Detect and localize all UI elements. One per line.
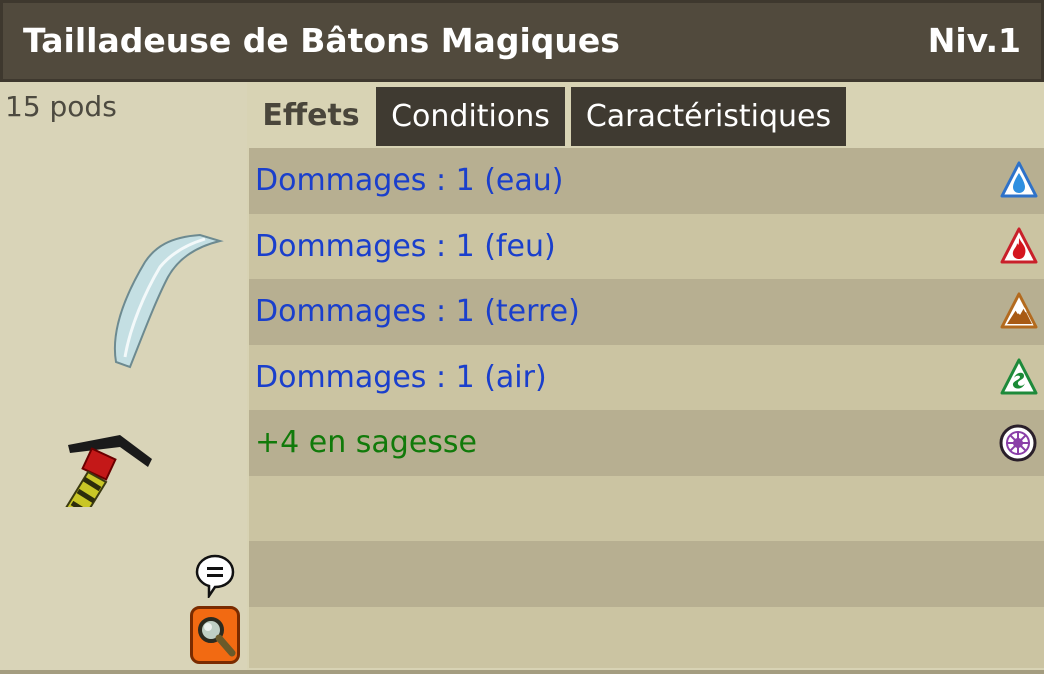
fire-element-icon [1000, 227, 1038, 263]
item-preview-panel: 15 pods [0, 82, 247, 674]
effect-text: Dommages : 1 (feu) [255, 228, 556, 264]
effect-text: Dommages : 1 (air) [255, 359, 547, 395]
effect-text: Dommages : 1 (eau) [255, 163, 564, 199]
wisdom-icon [999, 424, 1037, 462]
effect-row-fire: Dommages : 1 (feu) [249, 213, 1044, 279]
effect-row-earth: Dommages : 1 (terre) [249, 279, 1044, 345]
effect-row-air: Dommages : 1 (air) [249, 344, 1044, 410]
item-header: Tailladeuse de Bâtons Magiques Niv.1 [0, 0, 1044, 82]
dagger-image [65, 233, 224, 507]
effect-text: +4 en sagesse [255, 425, 477, 461]
tab-conditions[interactable]: Conditions [376, 84, 565, 146]
item-title: Tailladeuse de Bâtons Magiques [23, 21, 620, 60]
effect-text: Dommages : 1 (terre) [255, 294, 580, 330]
item-weight: 15 pods [5, 90, 117, 123]
effects-list: Dommages : 1 (eau) Dommages : 1 (feu) Do… [249, 148, 1044, 668]
effect-row-water: Dommages : 1 (eau) [249, 148, 1044, 214]
air-element-icon [1000, 358, 1038, 394]
water-element-icon [1000, 161, 1038, 198]
effect-row-wisdom: +4 en sagesse [249, 410, 1044, 476]
speech-bubble-icon[interactable] [195, 554, 235, 598]
item-level: Niv.1 [927, 21, 1021, 60]
effect-row-empty [249, 541, 1044, 607]
effect-row-empty [249, 606, 1044, 668]
bottom-border [0, 670, 1044, 674]
tab-effets[interactable]: Effets [249, 84, 373, 146]
earth-element-icon [1000, 292, 1038, 329]
tab-caracteristiques[interactable]: Caractéristiques [571, 84, 846, 146]
effect-row-empty [249, 475, 1044, 541]
inspect-magnifier-icon[interactable] [190, 606, 240, 664]
